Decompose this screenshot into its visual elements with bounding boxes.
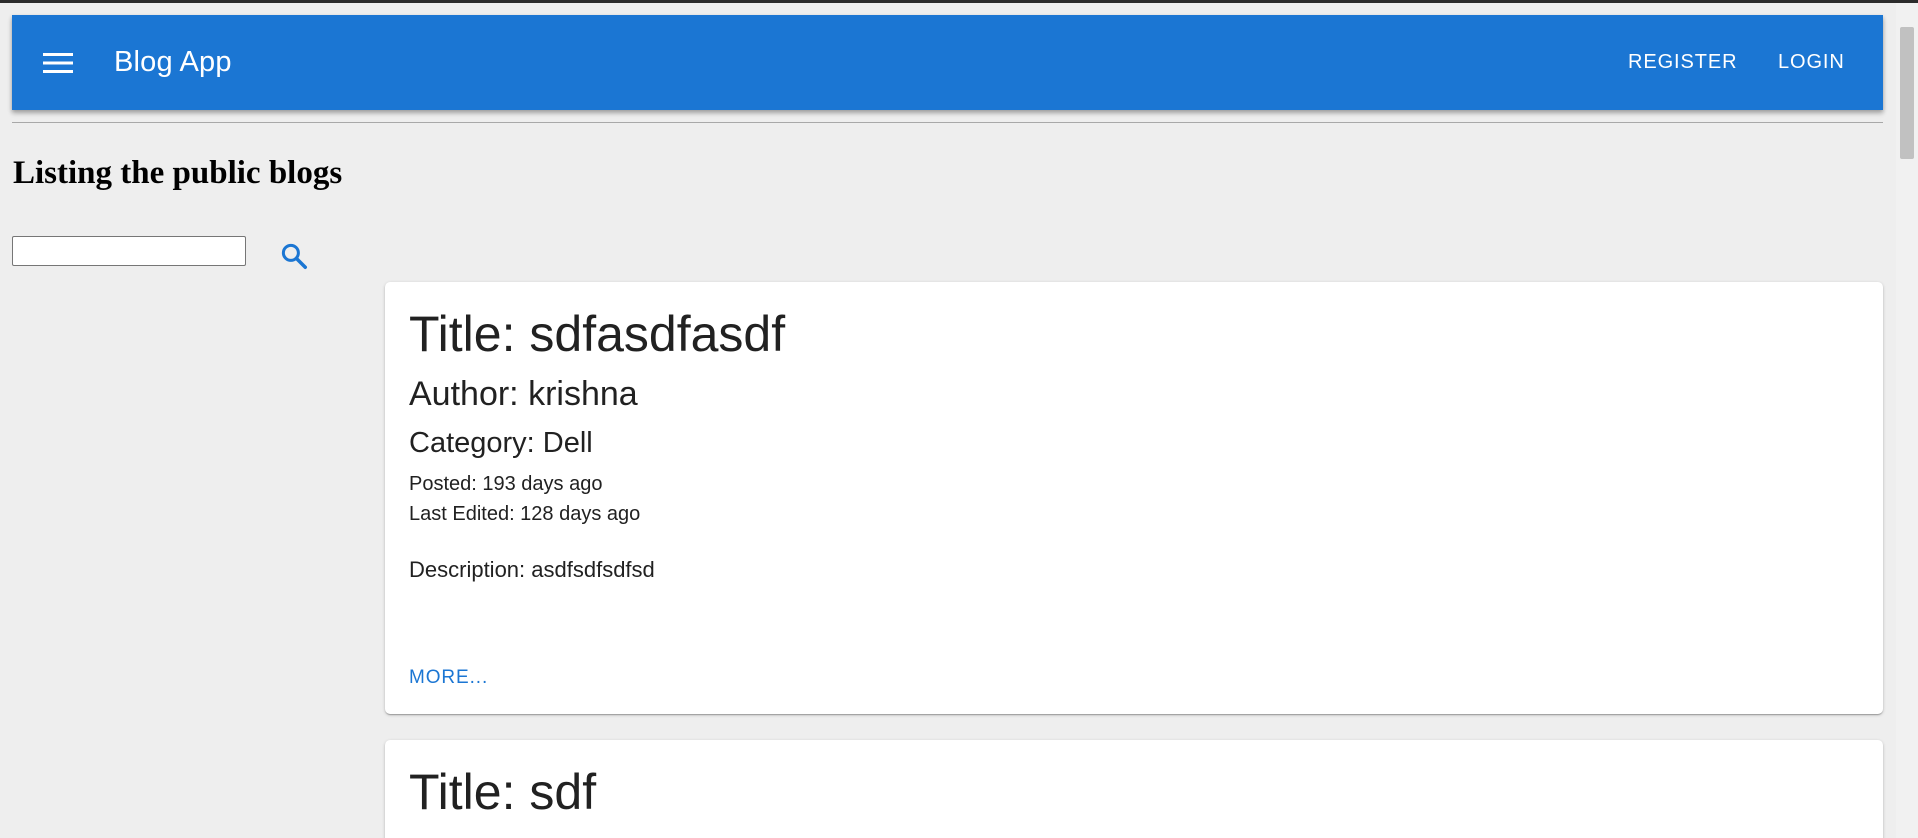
blog-title: Title: sdfasdfasdf <box>409 306 786 362</box>
search-input[interactable] <box>12 236 246 266</box>
app-bar: Blog App REGISTER LOGIN <box>12 15 1883 110</box>
blog-category: Category: Dell <box>409 427 593 459</box>
blog-card: Title: sdfasdfasdf Author: krishna Categ… <box>385 282 1883 714</box>
page-viewport: Blog App REGISTER LOGIN Listing the publ… <box>0 3 1896 838</box>
blog-card: Title: sdf <box>385 740 1883 838</box>
vertical-scrollbar[interactable] <box>1896 3 1918 838</box>
login-button[interactable]: LOGIN <box>1778 51 1845 74</box>
blog-last-edited: Last Edited: 128 days ago <box>409 503 641 525</box>
more-button[interactable]: MORE... <box>409 667 488 689</box>
register-button[interactable]: REGISTER <box>1628 51 1737 74</box>
page-title: Listing the public blogs <box>13 155 343 191</box>
search-icon <box>281 243 307 269</box>
header-divider <box>12 122 1883 123</box>
app-title: Blog App <box>114 46 232 78</box>
blog-title: Title: sdf <box>409 764 597 820</box>
blog-posted: Posted: 193 days ago <box>409 473 603 495</box>
search-button[interactable] <box>276 238 312 274</box>
menu-button[interactable] <box>38 43 78 83</box>
blog-author: Author: krishna <box>409 375 638 413</box>
scrollbar-thumb[interactable] <box>1900 27 1914 159</box>
hamburger-menu-icon <box>43 53 73 73</box>
blog-description: Description: asdfsdfsdfsd <box>409 557 655 582</box>
